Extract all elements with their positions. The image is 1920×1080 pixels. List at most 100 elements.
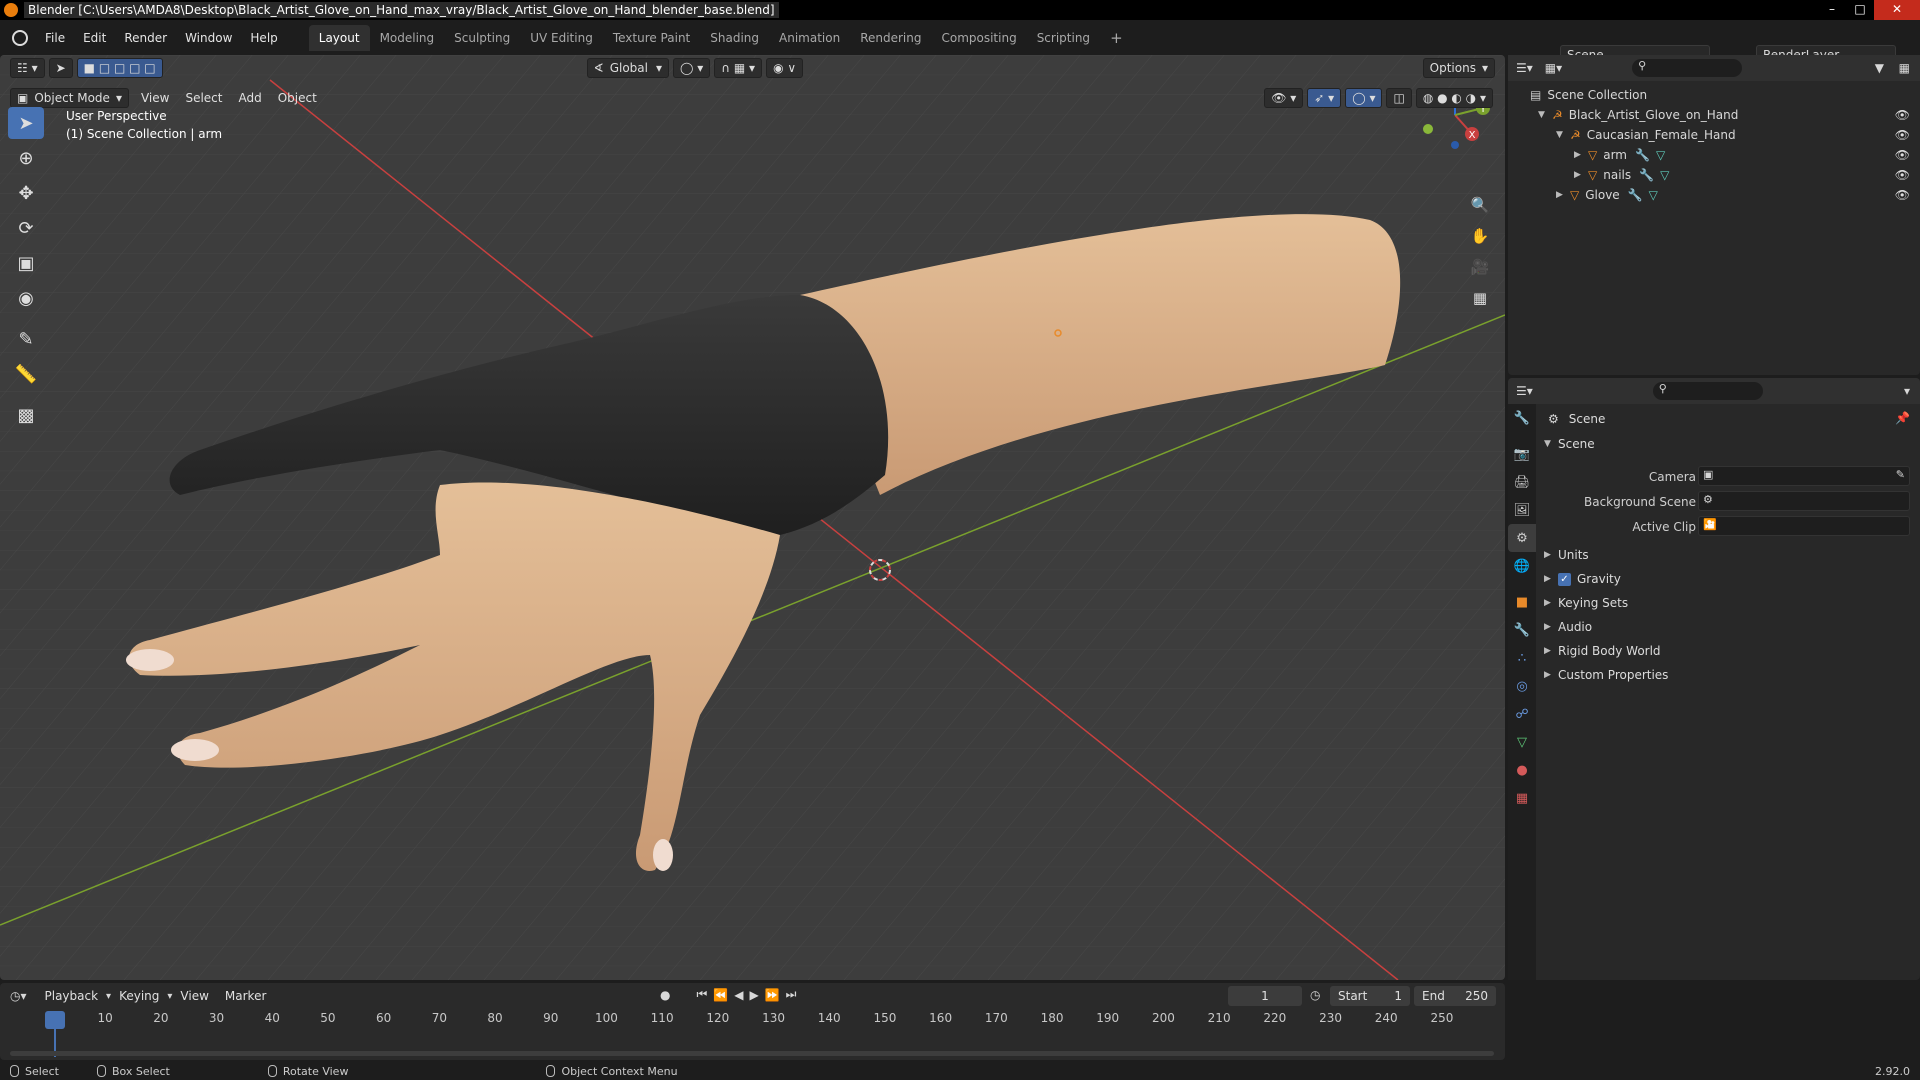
outliner-row-arm[interactable]: ▶ ▽ arm 🔧 ▽ 👁	[1508, 145, 1920, 165]
nail-index[interactable]	[126, 649, 174, 671]
properties-search-input[interactable]: ⚲	[1652, 382, 1763, 400]
visibility-eye-icon[interactable]: 👁 ▾	[1264, 88, 1304, 108]
menu-help[interactable]: Help	[241, 31, 286, 45]
material-tab-icon[interactable]: ●	[1508, 756, 1536, 784]
nail-thumb[interactable]	[653, 839, 673, 871]
expand-toggle-icon[interactable]: ▼	[1538, 110, 1552, 120]
play-icon[interactable]: ▶	[749, 988, 758, 1002]
jump-to-end-icon[interactable]: ⏭	[786, 987, 797, 1002]
timeline-menu-marker[interactable]: Marker	[217, 989, 274, 1003]
expand-toggle-icon[interactable]: ▶	[1574, 150, 1588, 160]
rotate-tool-icon[interactable]: ⟳	[8, 212, 44, 244]
jump-keyframe-forward-icon[interactable]: ⏩	[765, 988, 780, 1002]
tab-layout[interactable]: Layout	[308, 24, 370, 51]
view-layer-tab-icon[interactable]: 🖼	[1508, 496, 1536, 524]
measure-tool-icon[interactable]: 📏	[8, 358, 44, 390]
select-tool-icon[interactable]: ➤	[48, 58, 73, 78]
units-panel-header[interactable]: ▶ Units	[1544, 544, 1589, 566]
annotate-tool-icon[interactable]: ✎	[8, 323, 44, 355]
timeline-scrollbar[interactable]	[10, 1051, 1494, 1056]
texture-tab-icon[interactable]: ▦	[1508, 784, 1536, 812]
jump-keyframe-back-icon[interactable]: ⏪	[713, 988, 728, 1002]
end-frame-field[interactable]: End 250	[1414, 986, 1496, 1006]
pan-hand-icon[interactable]: ✋	[1466, 222, 1494, 250]
visibility-eye-icon[interactable]: 👁	[1895, 168, 1910, 182]
viewport-menu-view[interactable]: View	[133, 91, 177, 105]
audio-panel-header[interactable]: ▶ Audio	[1544, 616, 1592, 638]
object-data-tab-icon[interactable]: ▽	[1508, 728, 1536, 756]
3d-viewport[interactable]: Z X Y 🔍 ✋ 🎥 ▦ User Perspective (1) Scene…	[0, 55, 1505, 980]
world-tab-icon[interactable]: 🌐	[1508, 552, 1536, 580]
jump-to-start-icon[interactable]: ⏮	[696, 987, 707, 1002]
viewport-menu-select[interactable]: Select	[177, 91, 230, 105]
pivot-point-icon[interactable]: ◯ ▾	[673, 58, 711, 78]
outliner-row-scene-collection[interactable]: ▤ Scene Collection	[1508, 85, 1920, 105]
tab-rendering[interactable]: Rendering	[850, 25, 931, 51]
timeline-menu-keying[interactable]: Keying	[111, 989, 167, 1003]
outliner-search-input[interactable]: ⚲	[1632, 59, 1743, 77]
tab-modeling[interactable]: Modeling	[370, 25, 445, 51]
snap-magnet-icon[interactable]: ∩ ▦ ▾	[714, 58, 763, 78]
options-dropdown[interactable]: Options ▾	[1422, 58, 1495, 78]
new-collection-icon[interactable]: ▦	[1899, 61, 1910, 75]
playhead[interactable]	[45, 1011, 65, 1029]
eyedropper-icon[interactable]: ✎	[1896, 468, 1905, 481]
move-tool-icon[interactable]: ✥	[8, 177, 44, 209]
rigid-body-world-panel-header[interactable]: ▶ Rigid Body World	[1544, 640, 1661, 662]
keying-sets-panel-header[interactable]: ▶ Keying Sets	[1544, 592, 1628, 614]
tab-animation[interactable]: Animation	[769, 25, 850, 51]
menu-file[interactable]: File	[36, 31, 74, 45]
modifier-tab-icon[interactable]: 🔧	[1508, 616, 1536, 644]
physics-tab-icon[interactable]: ◎	[1508, 672, 1536, 700]
object-mode-dropdown[interactable]: ▣ Object Mode ▾	[10, 88, 129, 108]
active-clip-field[interactable]: 🎦	[1698, 516, 1910, 536]
visibility-eye-icon[interactable]: 👁	[1895, 148, 1910, 162]
object-tab-icon[interactable]: ■	[1508, 588, 1536, 616]
tool-settings-tab-icon[interactable]: 🔧	[1508, 404, 1536, 432]
timeline-menu-view[interactable]: View	[172, 989, 216, 1003]
proportional-edit-icon[interactable]: ◉ ∨	[766, 58, 804, 78]
zoom-icon[interactable]: 🔍	[1466, 191, 1494, 219]
minimize-button[interactable]: –	[1818, 0, 1846, 20]
preview-range-clock-icon[interactable]: ◷	[1310, 988, 1320, 1002]
xray-toggle-icon[interactable]: ◫	[1386, 88, 1412, 108]
overlays-toggle-icon[interactable]: ◯ ▾	[1345, 88, 1383, 108]
camera-field[interactable]: ▣ ✎	[1698, 466, 1910, 486]
menu-edit[interactable]: Edit	[74, 31, 115, 45]
record-keyframe-icon[interactable]: ●	[660, 988, 670, 1002]
close-button[interactable]: ✕	[1874, 0, 1920, 20]
timeline-menu-playback[interactable]: Playback	[37, 989, 107, 1003]
transform-tool-icon[interactable]: ◉	[8, 282, 44, 314]
outliner-editor-type-icon[interactable]: ☰▾	[1516, 61, 1533, 75]
output-tab-icon[interactable]: 🖨	[1508, 468, 1536, 496]
selection-mode-group[interactable]: ■ □ □ □ □	[76, 58, 163, 78]
properties-editor-type-icon[interactable]: ☰▾	[1516, 384, 1533, 398]
menu-render[interactable]: Render	[115, 31, 176, 45]
scene-tab-icon[interactable]: ⚙	[1508, 524, 1536, 552]
display-mode-icon[interactable]: ▦▾	[1545, 61, 1562, 75]
render-tab-icon[interactable]: 📷	[1508, 440, 1536, 468]
constraints-tab-icon[interactable]: ☍	[1508, 700, 1536, 728]
expand-toggle-icon[interactable]: ▼	[1556, 130, 1570, 140]
perspective-toggle-icon[interactable]: ▦	[1466, 284, 1494, 312]
menu-window[interactable]: Window	[176, 31, 241, 45]
play-reverse-icon[interactable]: ◀	[734, 988, 743, 1002]
scale-tool-icon[interactable]: ▣	[8, 247, 44, 279]
current-frame-field[interactable]: 1	[1228, 986, 1302, 1006]
outliner-row-nails[interactable]: ▶ ▽ nails 🔧 ▽ 👁	[1508, 165, 1920, 185]
add-cube-tool-icon[interactable]: ▩	[8, 399, 44, 431]
camera-view-icon[interactable]: 🎥	[1466, 253, 1494, 281]
transform-orientation-dropdown[interactable]: ∢ Global ▾	[586, 58, 669, 78]
cursor-tool-icon[interactable]: ⊕	[8, 142, 44, 174]
pin-icon[interactable]: 📌	[1895, 411, 1910, 425]
editor-type-icon[interactable]: ☷ ▾	[10, 58, 45, 78]
outliner-row-glove[interactable]: ▶ ▽ Glove 🔧 ▽ 👁	[1508, 185, 1920, 205]
maximize-button[interactable]: □	[1846, 0, 1874, 20]
viewport-menu-object[interactable]: Object	[270, 91, 325, 105]
outliner-row-caucasian-hand[interactable]: ▼ ☭ Caucasian_Female_Hand 👁	[1508, 125, 1920, 145]
tab-sculpting[interactable]: Sculpting	[444, 25, 520, 51]
visibility-eye-icon[interactable]: 👁	[1895, 188, 1910, 202]
blender-logo-icon[interactable]	[12, 29, 28, 46]
custom-properties-panel-header[interactable]: ▶ Custom Properties	[1544, 664, 1668, 686]
viewport-menu-add[interactable]: Add	[230, 91, 269, 105]
